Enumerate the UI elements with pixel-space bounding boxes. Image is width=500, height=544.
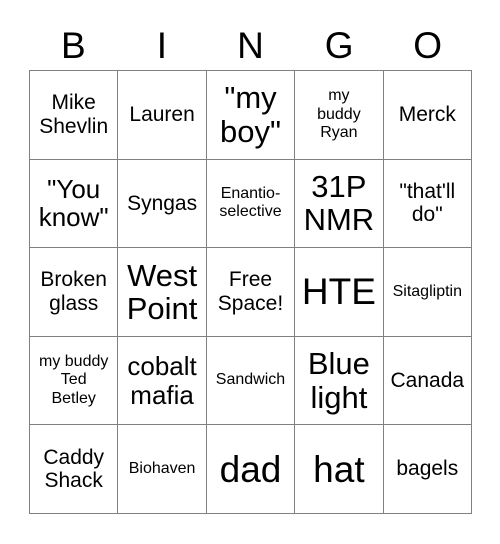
bingo-cell-r4c1[interactable]: my buddy Ted Betley [30,336,119,426]
bingo-cell-label: Sandwich [215,371,286,389]
bingo-cell-r3c2[interactable]: West Point [118,248,207,337]
bingo-header-letter-n: N [237,24,264,66]
bingo-cell-r4c3[interactable]: Sandwich [206,336,296,426]
bingo-cell-label: Sitagliptin [392,282,462,300]
bingo-cell-r1c1[interactable]: Mike Shevlin [30,71,119,160]
bingo-header-row: B I N G O [29,20,472,70]
bingo-header-letter-b: B [60,24,86,66]
bingo-cell-label: dad [219,448,282,490]
bingo-cell-label: HTE [301,271,376,313]
bingo-cell-label: Blue light [307,346,370,415]
bingo-cell-r3c1[interactable]: Broken glass [30,248,119,337]
bingo-cell-label: Merck [398,103,456,127]
bingo-cell-r1c2[interactable]: Lauren [118,71,207,160]
bingo-cell-label: Biohaven [128,459,196,477]
bingo-cell-label: West Point [126,257,198,326]
bingo-cell-label: my buddy Ryan [317,87,361,141]
bingo-cell-r5c4[interactable]: hat [295,425,384,514]
bingo-cell-label: Caddy Shack [43,445,105,493]
bingo-cell-label: cobalt mafia [127,351,197,410]
bingo-cell-label: "You know" [38,173,109,233]
bingo-cell-r3c4[interactable]: HTE [295,248,384,337]
bingo-cell-label: Syngas [127,191,198,215]
bingo-cell-r5c2[interactable]: Biohaven [118,425,207,514]
bingo-cell-free-space[interactable]: Free Space! [206,248,296,337]
bingo-cell-r2c2[interactable]: Syngas [118,159,207,249]
bingo-cell-r5c5[interactable]: bagels [383,425,472,514]
bingo-cell-label: my buddy Ted Betley [39,353,109,407]
bingo-header-letter-g: G [324,24,354,66]
bingo-cell-r4c4[interactable]: Blue light [295,336,384,426]
bingo-grid: Mike Shevlin Lauren "my boy" my buddy Ry… [29,70,472,514]
bingo-cell-r2c4[interactable]: 31P NMR [295,159,384,249]
bingo-cell-label: Canada [390,368,465,392]
bingo-header-letter-o: O [413,24,443,66]
bingo-cell-r5c1[interactable]: Caddy Shack [30,425,119,514]
bingo-cell-r5c3[interactable]: dad [206,425,296,514]
bingo-cell-r4c5[interactable]: Canada [383,336,472,426]
bingo-cell-r1c4[interactable]: my buddy Ryan [295,71,384,160]
bingo-cell-label: Lauren [129,103,195,127]
bingo-cell-r2c1[interactable]: "You know" [30,159,119,249]
bingo-cell-label: Broken glass [40,268,107,315]
bingo-cell-r2c5[interactable]: "that'll do" [383,159,472,249]
bingo-cell-r2c3[interactable]: Enantio- selective [206,159,296,249]
bingo-cell-r1c5[interactable]: Merck [383,71,472,160]
bingo-cell-r1c3[interactable]: "my boy" [206,71,296,160]
bingo-cell-r3c5[interactable]: Sitagliptin [383,248,472,337]
bingo-card: B I N G O Mike Shevlin Lauren "my boy" m… [0,0,500,544]
bingo-cell-label: Mike Shevlin [39,91,109,138]
bingo-cell-r4c2[interactable]: cobalt mafia [118,336,207,426]
bingo-cell-label: 31P NMR [303,168,375,238]
bingo-cell-label: bagels [396,457,459,481]
bingo-cell-label: "that'll do" [399,179,456,227]
bingo-cell-label: "my boy" [219,80,281,149]
bingo-cell-label: Free Space! [217,268,284,315]
bingo-header-letter-i: I [156,24,168,66]
bingo-cell-label: hat [313,448,365,490]
bingo-cell-label: Enantio- selective [219,185,282,221]
